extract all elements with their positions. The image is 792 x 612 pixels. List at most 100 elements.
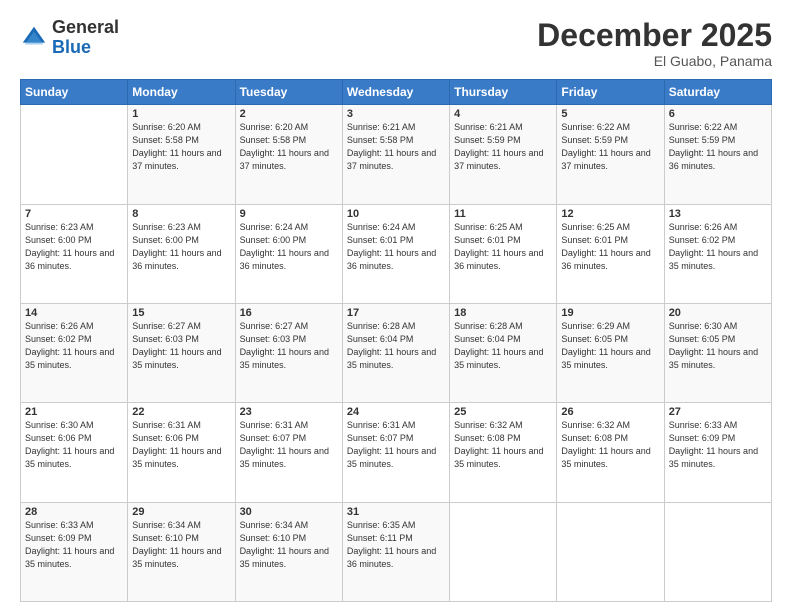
calendar-cell: 15Sunrise: 6:27 AMSunset: 6:03 PMDayligh… <box>128 303 235 402</box>
cell-info: Sunrise: 6:30 AMSunset: 6:05 PMDaylight:… <box>669 320 767 372</box>
calendar-cell: 2Sunrise: 6:20 AMSunset: 5:58 PMDaylight… <box>235 105 342 204</box>
cell-info: Sunrise: 6:26 AMSunset: 6:02 PMDaylight:… <box>25 320 123 372</box>
day-number: 5 <box>561 108 659 120</box>
day-number: 9 <box>240 208 338 220</box>
day-number: 21 <box>25 406 123 418</box>
day-number: 19 <box>561 307 659 319</box>
calendar-cell: 8Sunrise: 6:23 AMSunset: 6:00 PMDaylight… <box>128 204 235 303</box>
calendar-week-row: 21Sunrise: 6:30 AMSunset: 6:06 PMDayligh… <box>21 403 772 502</box>
logo-general: General <box>52 17 119 37</box>
calendar-cell: 30Sunrise: 6:34 AMSunset: 6:10 PMDayligh… <box>235 502 342 601</box>
calendar-cell: 28Sunrise: 6:33 AMSunset: 6:09 PMDayligh… <box>21 502 128 601</box>
day-number: 2 <box>240 108 338 120</box>
day-number: 6 <box>669 108 767 120</box>
calendar-cell: 19Sunrise: 6:29 AMSunset: 6:05 PMDayligh… <box>557 303 664 402</box>
calendar-cell: 13Sunrise: 6:26 AMSunset: 6:02 PMDayligh… <box>664 204 771 303</box>
calendar-cell <box>664 502 771 601</box>
calendar-cell: 3Sunrise: 6:21 AMSunset: 5:58 PMDaylight… <box>342 105 449 204</box>
day-number: 23 <box>240 406 338 418</box>
main-title: December 2025 <box>537 18 772 53</box>
cell-info: Sunrise: 6:23 AMSunset: 6:00 PMDaylight:… <box>132 221 230 273</box>
title-block: December 2025 El Guabo, Panama <box>537 18 772 69</box>
logo: General Blue <box>20 18 119 58</box>
calendar-cell: 6Sunrise: 6:22 AMSunset: 5:59 PMDaylight… <box>664 105 771 204</box>
weekday-header: Thursday <box>450 80 557 105</box>
calendar-body: 1Sunrise: 6:20 AMSunset: 5:58 PMDaylight… <box>21 105 772 602</box>
calendar-cell: 7Sunrise: 6:23 AMSunset: 6:00 PMDaylight… <box>21 204 128 303</box>
cell-info: Sunrise: 6:20 AMSunset: 5:58 PMDaylight:… <box>132 121 230 173</box>
day-number: 26 <box>561 406 659 418</box>
subtitle: El Guabo, Panama <box>537 53 772 69</box>
cell-info: Sunrise: 6:31 AMSunset: 6:06 PMDaylight:… <box>132 419 230 471</box>
day-number: 11 <box>454 208 552 220</box>
calendar-cell: 14Sunrise: 6:26 AMSunset: 6:02 PMDayligh… <box>21 303 128 402</box>
calendar-cell: 22Sunrise: 6:31 AMSunset: 6:06 PMDayligh… <box>128 403 235 502</box>
cell-info: Sunrise: 6:21 AMSunset: 5:59 PMDaylight:… <box>454 121 552 173</box>
calendar-cell: 1Sunrise: 6:20 AMSunset: 5:58 PMDaylight… <box>128 105 235 204</box>
cell-info: Sunrise: 6:28 AMSunset: 6:04 PMDaylight:… <box>347 320 445 372</box>
calendar-cell: 9Sunrise: 6:24 AMSunset: 6:00 PMDaylight… <box>235 204 342 303</box>
day-number: 8 <box>132 208 230 220</box>
cell-info: Sunrise: 6:27 AMSunset: 6:03 PMDaylight:… <box>132 320 230 372</box>
header: General Blue December 2025 El Guabo, Pan… <box>20 18 772 69</box>
weekday-header: Sunday <box>21 80 128 105</box>
calendar-cell: 4Sunrise: 6:21 AMSunset: 5:59 PMDaylight… <box>450 105 557 204</box>
day-number: 24 <box>347 406 445 418</box>
cell-info: Sunrise: 6:24 AMSunset: 6:01 PMDaylight:… <box>347 221 445 273</box>
day-number: 13 <box>669 208 767 220</box>
day-number: 17 <box>347 307 445 319</box>
calendar-table: SundayMondayTuesdayWednesdayThursdayFrid… <box>20 79 772 602</box>
day-number: 22 <box>132 406 230 418</box>
calendar-cell: 31Sunrise: 6:35 AMSunset: 6:11 PMDayligh… <box>342 502 449 601</box>
day-number: 25 <box>454 406 552 418</box>
cell-info: Sunrise: 6:34 AMSunset: 6:10 PMDaylight:… <box>132 519 230 571</box>
cell-info: Sunrise: 6:25 AMSunset: 6:01 PMDaylight:… <box>454 221 552 273</box>
logo-text: General Blue <box>52 18 119 58</box>
cell-info: Sunrise: 6:33 AMSunset: 6:09 PMDaylight:… <box>669 419 767 471</box>
calendar-cell: 25Sunrise: 6:32 AMSunset: 6:08 PMDayligh… <box>450 403 557 502</box>
cell-info: Sunrise: 6:23 AMSunset: 6:00 PMDaylight:… <box>25 221 123 273</box>
calendar-cell <box>21 105 128 204</box>
calendar-cell <box>557 502 664 601</box>
calendar-cell: 17Sunrise: 6:28 AMSunset: 6:04 PMDayligh… <box>342 303 449 402</box>
logo-blue: Blue <box>52 37 91 57</box>
cell-info: Sunrise: 6:22 AMSunset: 5:59 PMDaylight:… <box>561 121 659 173</box>
cell-info: Sunrise: 6:32 AMSunset: 6:08 PMDaylight:… <box>454 419 552 471</box>
cell-info: Sunrise: 6:32 AMSunset: 6:08 PMDaylight:… <box>561 419 659 471</box>
day-number: 28 <box>25 506 123 518</box>
day-number: 4 <box>454 108 552 120</box>
calendar-cell: 12Sunrise: 6:25 AMSunset: 6:01 PMDayligh… <box>557 204 664 303</box>
calendar-cell: 27Sunrise: 6:33 AMSunset: 6:09 PMDayligh… <box>664 403 771 502</box>
calendar-cell: 20Sunrise: 6:30 AMSunset: 6:05 PMDayligh… <box>664 303 771 402</box>
calendar-cell: 11Sunrise: 6:25 AMSunset: 6:01 PMDayligh… <box>450 204 557 303</box>
calendar-cell: 16Sunrise: 6:27 AMSunset: 6:03 PMDayligh… <box>235 303 342 402</box>
logo-icon <box>20 24 48 52</box>
weekday-header: Tuesday <box>235 80 342 105</box>
day-number: 31 <box>347 506 445 518</box>
cell-info: Sunrise: 6:33 AMSunset: 6:09 PMDaylight:… <box>25 519 123 571</box>
day-number: 1 <box>132 108 230 120</box>
calendar-week-row: 28Sunrise: 6:33 AMSunset: 6:09 PMDayligh… <box>21 502 772 601</box>
day-number: 27 <box>669 406 767 418</box>
calendar-cell: 23Sunrise: 6:31 AMSunset: 6:07 PMDayligh… <box>235 403 342 502</box>
weekday-row: SundayMondayTuesdayWednesdayThursdayFrid… <box>21 80 772 105</box>
calendar-cell: 10Sunrise: 6:24 AMSunset: 6:01 PMDayligh… <box>342 204 449 303</box>
cell-info: Sunrise: 6:35 AMSunset: 6:11 PMDaylight:… <box>347 519 445 571</box>
cell-info: Sunrise: 6:22 AMSunset: 5:59 PMDaylight:… <box>669 121 767 173</box>
day-number: 18 <box>454 307 552 319</box>
day-number: 10 <box>347 208 445 220</box>
calendar-cell: 29Sunrise: 6:34 AMSunset: 6:10 PMDayligh… <box>128 502 235 601</box>
day-number: 15 <box>132 307 230 319</box>
cell-info: Sunrise: 6:20 AMSunset: 5:58 PMDaylight:… <box>240 121 338 173</box>
calendar-cell: 26Sunrise: 6:32 AMSunset: 6:08 PMDayligh… <box>557 403 664 502</box>
day-number: 29 <box>132 506 230 518</box>
calendar-week-row: 14Sunrise: 6:26 AMSunset: 6:02 PMDayligh… <box>21 303 772 402</box>
calendar-cell: 18Sunrise: 6:28 AMSunset: 6:04 PMDayligh… <box>450 303 557 402</box>
cell-info: Sunrise: 6:30 AMSunset: 6:06 PMDaylight:… <box>25 419 123 471</box>
day-number: 7 <box>25 208 123 220</box>
page: General Blue December 2025 El Guabo, Pan… <box>0 0 792 612</box>
cell-info: Sunrise: 6:28 AMSunset: 6:04 PMDaylight:… <box>454 320 552 372</box>
cell-info: Sunrise: 6:26 AMSunset: 6:02 PMDaylight:… <box>669 221 767 273</box>
calendar-cell <box>450 502 557 601</box>
weekday-header: Wednesday <box>342 80 449 105</box>
